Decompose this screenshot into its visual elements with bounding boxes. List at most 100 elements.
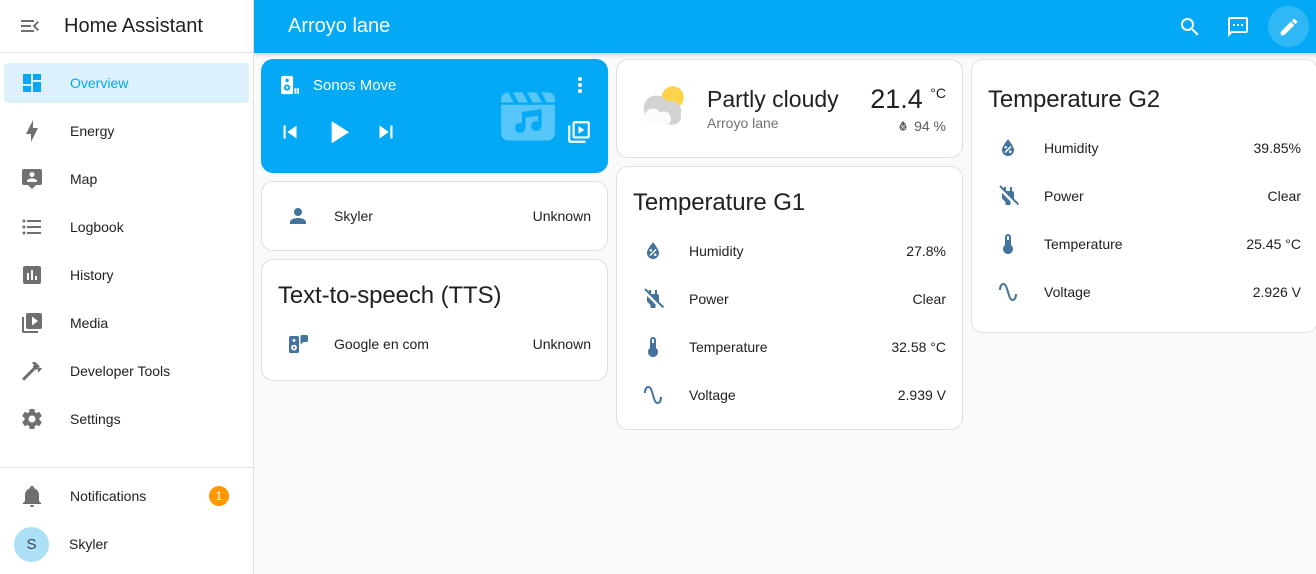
sidebar-bottom: Notifications 1 S Skyler — [0, 467, 253, 574]
bell-icon — [23, 486, 41, 507]
entity-value: Clear — [1267, 188, 1301, 204]
entity-name: Humidity — [1044, 140, 1099, 156]
weather-humidity: 94 % — [914, 117, 946, 134]
person-name: Skyler — [334, 208, 373, 224]
tooltip-account-icon — [22, 169, 42, 189]
view-dashboard-icon — [23, 74, 41, 92]
entity-row-humidity[interactable]: Humidity 39.85% — [972, 124, 1316, 172]
sidebar-item-logbook[interactable]: Logbook — [4, 207, 249, 247]
play-icon[interactable] — [319, 113, 357, 151]
tts-row[interactable]: Google en com Unknown — [262, 320, 607, 368]
thermometer-icon — [1003, 234, 1013, 254]
sidebar: Home Assistant Overview Energy Map Logbo… — [0, 0, 254, 574]
power-plug-off-icon — [997, 185, 1020, 207]
thermometer-icon — [648, 337, 658, 357]
tts-card: Text-to-speech (TTS) Google en com Unkno… — [261, 259, 608, 381]
cog-icon — [22, 409, 42, 429]
search-icon — [1181, 17, 1199, 35]
entity-row-power[interactable]: Power Clear — [617, 275, 962, 323]
sidebar-item-label: Notifications — [70, 488, 147, 504]
more-options-icon[interactable] — [568, 73, 592, 97]
weather-location: Arroyo lane — [707, 115, 779, 131]
entity-name: Humidity — [689, 243, 744, 259]
card-title: Temperature G2 — [988, 86, 1161, 113]
speaker-icon — [281, 75, 299, 95]
sidebar-item-developer-tools[interactable]: Developer Tools — [4, 351, 249, 391]
sidebar-item-energy[interactable]: Energy — [4, 111, 249, 151]
entity-value: Clear — [912, 291, 946, 307]
browse-media-icon[interactable] — [566, 119, 592, 145]
sidebar-item-settings[interactable]: Settings — [4, 399, 249, 439]
account-icon — [290, 208, 306, 224]
entity-row-temperature[interactable]: Temperature 32.58 °C — [617, 323, 962, 371]
weather-temperature: 21.4 — [870, 83, 923, 114]
hammer-icon — [22, 361, 42, 381]
sidebar-item-label: Energy — [70, 123, 115, 139]
pencil-icon — [1280, 18, 1297, 35]
entity-row-temperature[interactable]: Temperature 25.45 °C — [972, 220, 1316, 268]
chart-box-icon — [23, 266, 41, 284]
media-player-card[interactable]: Sonos Move — [261, 59, 608, 173]
temperature-g1-card: Temperature G1 Humidity 27.8% Power Clea… — [616, 166, 963, 430]
entity-name: Temperature — [1044, 236, 1123, 252]
list-bulleted-icon — [22, 219, 41, 235]
sidebar-item-map[interactable]: Map — [4, 159, 249, 199]
assist-button[interactable] — [1214, 3, 1262, 51]
menu-open-icon[interactable] — [18, 14, 42, 38]
water-percent-icon — [1002, 139, 1014, 156]
weather-readings: 21.4 °C 94 % — [870, 84, 946, 134]
skip-previous-icon[interactable] — [277, 119, 303, 145]
entity-row-voltage[interactable]: Voltage 2.926 V — [972, 268, 1316, 316]
weather-summary: Partly cloudy Arroyo lane — [707, 86, 839, 131]
sidebar-item-label: Developer Tools — [70, 363, 171, 379]
power-plug-off-icon — [642, 288, 665, 310]
app-title: Home Assistant — [64, 14, 203, 37]
sidebar-item-label: Media — [70, 315, 109, 331]
entity-row-humidity[interactable]: Humidity 27.8% — [617, 227, 962, 275]
entity-rows: Humidity 39.85% Power Clear Temperature … — [972, 124, 1316, 326]
sine-wave-icon — [999, 283, 1017, 301]
movie-music-watermark-icon — [501, 89, 555, 141]
entity-name: Power — [689, 291, 729, 307]
card-title: Text-to-speech (TTS) — [278, 282, 502, 309]
speaker-message-icon — [289, 335, 308, 353]
lightning-bolt-icon — [26, 120, 38, 142]
skip-next-icon[interactable] — [373, 119, 399, 145]
dashboard-view: Sonos Move Skyler Unknown Text-to-speech… — [254, 53, 1316, 574]
sidebar-item-label: Settings — [70, 411, 121, 427]
sidebar-item-media[interactable]: Media — [4, 303, 249, 343]
sidebar-item-history[interactable]: History — [4, 255, 249, 295]
entity-rows: Humidity 27.8% Power Clear Temperature 3… — [617, 227, 962, 429]
avatar: S — [14, 526, 49, 562]
notification-badge: 1 — [209, 486, 229, 506]
temperature-g2-card: Temperature G2 Humidity 39.85% Power Cle… — [971, 59, 1316, 333]
entity-name: Voltage — [689, 387, 736, 403]
column-1: Sonos Move Skyler Unknown Text-to-speech… — [261, 59, 608, 381]
app-header: Arroyo lane — [254, 0, 1316, 53]
entity-value: 2.939 V — [897, 387, 946, 403]
weather-card[interactable]: Partly cloudy Arroyo lane 21.4 °C 94 % — [616, 59, 963, 158]
sidebar-item-user[interactable]: S Skyler — [4, 524, 249, 564]
sine-wave-icon — [644, 386, 662, 404]
entity-value: 32.58 °C — [891, 339, 946, 355]
chat-icon — [1228, 16, 1248, 37]
edit-dashboard-button[interactable] — [1268, 6, 1309, 47]
entity-row-power[interactable]: Power Clear — [972, 172, 1316, 220]
card-title: Temperature G1 — [633, 189, 806, 216]
sidebar-item-notifications[interactable]: Notifications 1 — [4, 476, 249, 516]
sidebar-header: Home Assistant — [0, 0, 253, 53]
entity-value: 39.85% — [1253, 140, 1301, 156]
entity-row-voltage[interactable]: Voltage 2.939 V — [617, 371, 962, 419]
sidebar-nav: Overview Energy Map Logbook History Medi… — [0, 53, 253, 467]
sidebar-item-overview[interactable]: Overview — [4, 63, 249, 103]
column-2: Partly cloudy Arroyo lane 21.4 °C 94 % T… — [616, 59, 963, 430]
partly-cloudy-icon — [643, 85, 684, 125]
main-pane: Arroyo lane Sonos Move Skyler Unknown Te… — [254, 0, 1316, 574]
person-row[interactable]: Skyler Unknown — [262, 182, 607, 250]
user-name: Skyler — [69, 536, 108, 552]
search-button[interactable] — [1166, 3, 1214, 51]
sidebar-item-label: Overview — [70, 75, 129, 91]
person-card: Skyler Unknown — [261, 181, 608, 251]
sidebar-item-label: History — [70, 267, 114, 283]
tts-state: Unknown — [532, 336, 591, 352]
